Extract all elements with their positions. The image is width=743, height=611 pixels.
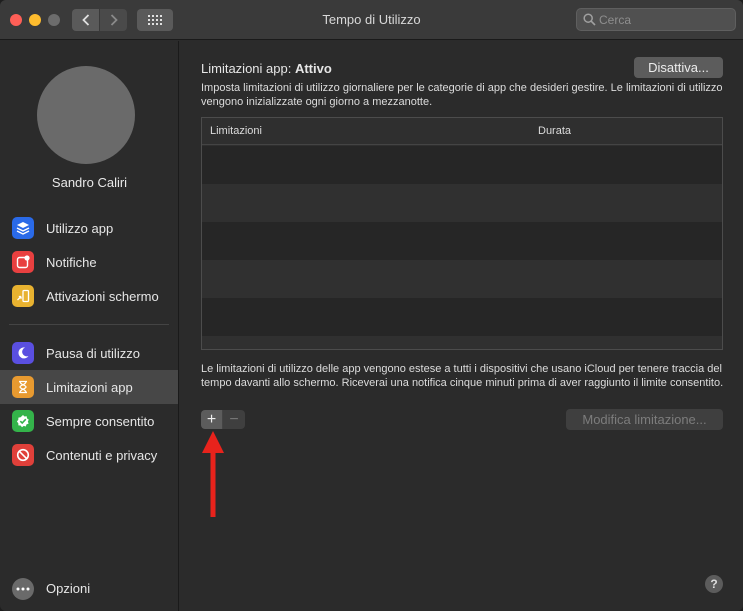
section-heading: Limitazioni app: Attivo: [201, 61, 332, 76]
sidebar-item-pausa-di-utilizzo[interactable]: Pausa di utilizzo: [0, 336, 178, 370]
status-value: Attivo: [294, 61, 332, 76]
heading-label: Limitazioni app:: [201, 61, 292, 76]
hourglass-icon: [12, 376, 34, 398]
description-text: Imposta limitazioni di utilizzo giornali…: [201, 82, 723, 108]
search-input[interactable]: [599, 11, 731, 28]
table-row: [202, 260, 722, 298]
limits-table[interactable]: Limitazioni Durata: [201, 117, 723, 350]
sidebar-item-label: Limitazioni app: [46, 379, 133, 395]
table-header: Limitazioni Durata: [202, 118, 722, 145]
screen-time-window: Tempo di Utilizzo Sandro Caliri Utilizzo…: [0, 0, 743, 611]
title-bar: Tempo di Utilizzo: [0, 0, 743, 40]
sidebar-item-attivazioni-schermo[interactable]: Attivazioni schermo: [0, 279, 178, 313]
sidebar-item-sempre-consentito[interactable]: Sempre consentito: [0, 404, 178, 438]
pickup-phone-icon: [12, 285, 34, 307]
table-row: [202, 298, 722, 336]
user-name: Sandro Caliri: [51, 175, 128, 190]
sidebar-item-label: Contenuti e privacy: [46, 447, 158, 463]
add-remove-control: + −: [201, 410, 245, 429]
table-row: [202, 184, 722, 222]
remove-limit-button[interactable]: −: [223, 410, 245, 429]
layers-icon: [12, 217, 34, 239]
sync-note-text: Le limitazioni di utilizzo delle app ven…: [201, 363, 724, 389]
sidebar-divider: [9, 324, 169, 325]
sidebar: Sandro Caliri Utilizzo app Notifiche Att…: [0, 41, 179, 611]
sidebar-item-label: Utilizzo app: [46, 220, 114, 236]
sidebar-item-label: Sempre consentito: [46, 413, 155, 429]
checkmark-badge-icon: [12, 410, 34, 432]
edit-limit-button[interactable]: Modifica limitazione...: [566, 409, 723, 430]
column-header-limitazioni[interactable]: Limitazioni: [210, 125, 262, 137]
avatar: [37, 66, 135, 164]
add-limit-button[interactable]: +: [201, 410, 223, 429]
sidebar-item-notifiche[interactable]: Notifiche: [0, 245, 178, 279]
sidebar-item-contenuti-e-privacy[interactable]: Contenuti e privacy: [0, 438, 178, 472]
sidebar-item-label: Pausa di utilizzo: [46, 345, 140, 361]
options-button[interactable]: Opzioni: [46, 581, 90, 596]
search-icon: [583, 13, 596, 26]
options-icon[interactable]: [12, 578, 34, 600]
help-button[interactable]: ?: [705, 575, 723, 593]
annotation-arrow-icon: [202, 431, 224, 517]
no-entry-icon: [12, 444, 34, 466]
table-row: [202, 222, 722, 260]
notification-badge-icon: [12, 251, 34, 273]
sidebar-item-label: Attivazioni schermo: [46, 288, 159, 304]
search-field[interactable]: [576, 8, 736, 31]
column-header-durata[interactable]: Durata: [538, 125, 571, 137]
table-row: [202, 146, 722, 184]
sidebar-item-label: Notifiche: [46, 254, 97, 270]
main-panel: Limitazioni app: Attivo Disattiva... Imp…: [180, 41, 743, 611]
table-row: [202, 336, 722, 349]
sidebar-item-limitazioni-app[interactable]: Limitazioni app: [0, 370, 178, 404]
sidebar-item-utilizzo-app[interactable]: Utilizzo app: [0, 211, 178, 245]
disable-button[interactable]: Disattiva...: [634, 57, 723, 78]
moon-icon: [12, 342, 34, 364]
